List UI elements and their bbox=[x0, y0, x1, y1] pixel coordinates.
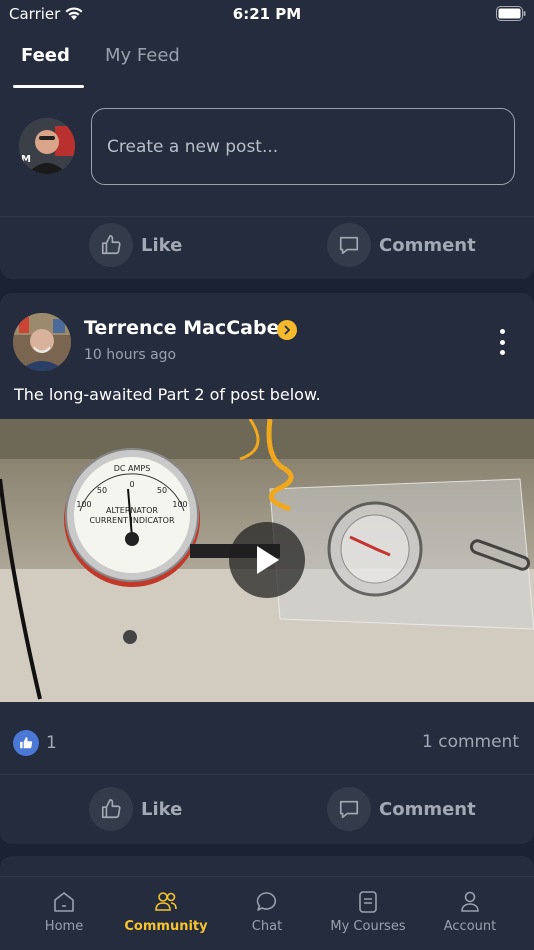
courses-icon bbox=[359, 891, 377, 913]
nav-home-label: Home bbox=[44, 919, 84, 934]
like-label: Like bbox=[141, 798, 183, 820]
composer-card: Feed My Feed M Like Comment bbox=[0, 28, 534, 279]
meter-scale-50-right: 50 bbox=[157, 486, 167, 495]
tab-my-feed[interactable]: My Feed bbox=[105, 45, 180, 66]
tab-feed[interactable]: Feed bbox=[21, 45, 70, 66]
nav-my-courses-label: My Courses bbox=[330, 919, 406, 934]
chat-icon bbox=[256, 892, 277, 911]
meter-scale-0: 0 bbox=[129, 480, 134, 489]
author-avatar[interactable] bbox=[13, 313, 71, 371]
like-icon-circle bbox=[89, 223, 133, 267]
author-name[interactable]: Terrence MacCabe bbox=[84, 317, 279, 339]
home-icon bbox=[54, 892, 74, 912]
comment-label: Comment bbox=[379, 234, 476, 256]
like-button[interactable]: Like bbox=[89, 223, 182, 267]
comment-icon-circle bbox=[327, 787, 371, 831]
like-reaction-icon bbox=[13, 730, 39, 756]
clock: 6:21 PM bbox=[232, 5, 302, 23]
battery-icon bbox=[496, 6, 526, 21]
meter-label-bottom: CURRENT INDICATOR bbox=[89, 516, 175, 525]
nav-account[interactable]: Account bbox=[420, 889, 520, 934]
comment-label: Comment bbox=[379, 798, 476, 820]
post-like-button[interactable]: Like bbox=[89, 787, 182, 831]
comment-icon bbox=[339, 800, 359, 819]
status-bar: Carrier 6:21 PM bbox=[0, 0, 534, 28]
meter-label-mid: ALTERNATOR bbox=[106, 506, 158, 515]
bottom-tab-bar: Home Community Chat My Courses Account bbox=[0, 876, 534, 950]
active-tab-indicator bbox=[13, 85, 84, 88]
like-label: Like bbox=[141, 234, 183, 256]
reaction-summary[interactable]: 1 bbox=[13, 730, 57, 756]
comment-count[interactable]: 1 comment bbox=[422, 732, 519, 752]
nav-chat-label: Chat bbox=[251, 919, 283, 934]
comment-icon-circle bbox=[327, 223, 371, 267]
create-post-input[interactable] bbox=[91, 108, 515, 185]
thumbs-up-icon bbox=[101, 235, 121, 255]
post-body: The long-awaited Part 2 of post below. bbox=[14, 385, 321, 404]
like-count: 1 bbox=[46, 733, 57, 753]
nav-account-label: Account bbox=[443, 919, 497, 934]
nav-community-label: Community bbox=[124, 919, 208, 934]
post-card: Terrence MacCabe 10 hours ago The long-a… bbox=[0, 293, 534, 844]
current-user-avatar[interactable]: M bbox=[19, 118, 75, 174]
feed-tabs: Feed My Feed bbox=[0, 28, 534, 88]
post-comment-button[interactable]: Comment bbox=[327, 787, 476, 831]
nav-community[interactable]: Community bbox=[116, 889, 216, 934]
post-video[interactable]: DC AMPS 100 50 0 50 100 ALTERNATOR CURRE… bbox=[0, 419, 534, 702]
play-icon[interactable] bbox=[229, 522, 305, 598]
verified-chevron-icon[interactable] bbox=[277, 320, 297, 340]
divider bbox=[0, 774, 534, 775]
meter-scale-50-left: 50 bbox=[97, 486, 107, 495]
comment-button[interactable]: Comment bbox=[327, 223, 476, 267]
thumbs-up-icon bbox=[101, 799, 121, 819]
nav-home[interactable]: Home bbox=[14, 889, 114, 934]
divider bbox=[0, 216, 534, 217]
more-options-icon[interactable] bbox=[494, 329, 510, 355]
nav-my-courses[interactable]: My Courses bbox=[318, 889, 418, 934]
svg-text:M: M bbox=[21, 154, 31, 165]
like-icon-circle bbox=[89, 787, 133, 831]
meter-label-top: DC AMPS bbox=[114, 464, 151, 473]
account-icon bbox=[461, 891, 479, 912]
post-timestamp: 10 hours ago bbox=[84, 347, 177, 363]
nav-chat[interactable]: Chat bbox=[217, 889, 317, 934]
comment-icon bbox=[339, 236, 359, 255]
community-icon bbox=[155, 892, 177, 911]
